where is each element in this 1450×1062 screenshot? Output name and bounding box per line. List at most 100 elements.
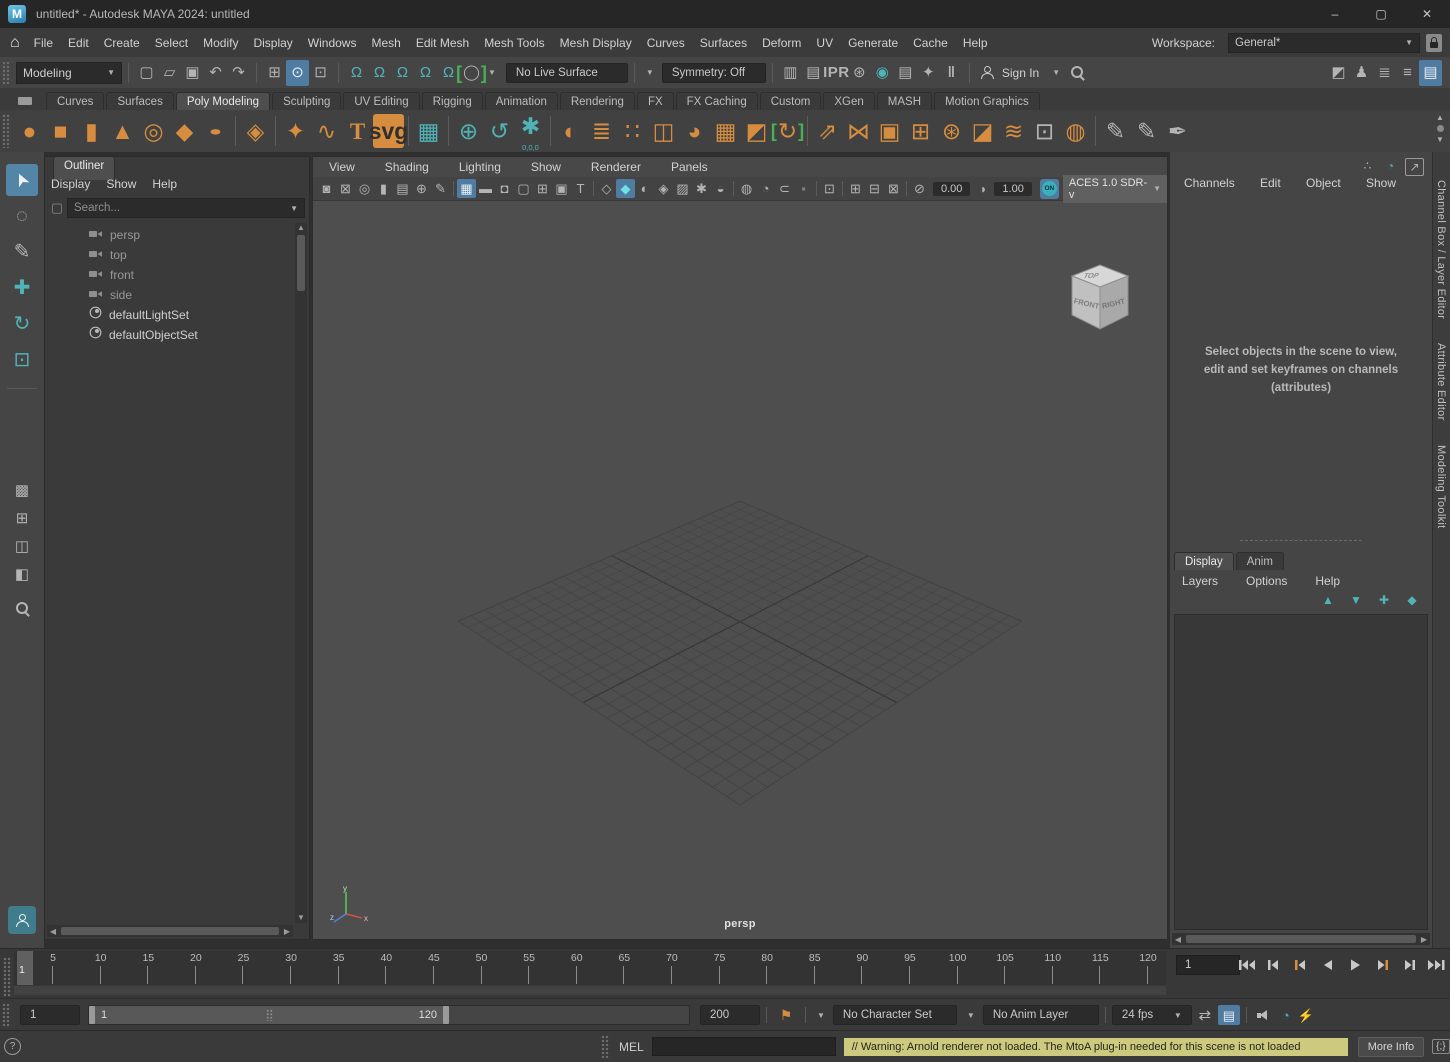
current-frame-field[interactable]: 1 <box>1176 955 1240 975</box>
anti-alias-icon[interactable]: ⊂ <box>775 179 794 198</box>
menu-select[interactable]: Select <box>153 36 190 50</box>
snap-point-icon[interactable]: Ω <box>391 60 414 86</box>
animation-end-field[interactable]: 200 <box>700 1005 760 1025</box>
menu-channels[interactable]: Channels <box>1182 176 1237 190</box>
step-back-button[interactable] <box>1261 953 1286 977</box>
resolution-gate-icon[interactable]: ◘ <box>495 179 514 198</box>
platonic-solid-icon[interactable]: ◈ <box>240 114 271 148</box>
menu-create[interactable]: Create <box>102 36 142 50</box>
paint-select-tool[interactable]: ✎ <box>6 236 38 268</box>
symmetry-field[interactable]: Symmetry: Off <box>662 63 766 83</box>
layer-hscrollbar[interactable]: ◀ ▶ <box>1172 933 1430 945</box>
scroll-down-icon[interactable]: ▼ <box>297 913 305 923</box>
script-editor-icon[interactable]: {;} <box>1432 1039 1449 1054</box>
field-chart-icon[interactable]: ⊞ <box>533 179 552 198</box>
boolean-icon[interactable]: ◐ <box>555 114 586 148</box>
isolate-select-icon[interactable]: ⊡ <box>820 179 839 198</box>
smooth-icon[interactable]: ◕ <box>679 114 710 148</box>
tab-surfaces[interactable]: Surfaces <box>106 92 173 110</box>
humanik-icon[interactable]: ♟ <box>1350 60 1373 86</box>
gate-mask-icon[interactable]: ▢ <box>514 179 533 198</box>
poly-cone-icon[interactable]: ▲ <box>107 114 138 148</box>
chevron-down-icon[interactable]: ▼ <box>967 1011 975 1020</box>
view-cube[interactable]: TOP FRONT RIGHT <box>1062 259 1138 339</box>
range-slider-track[interactable]: 1 120 <box>88 1005 690 1025</box>
filter-icon[interactable]: ▢ <box>47 200 67 216</box>
tab-sculpting[interactable]: Sculpting <box>272 92 341 110</box>
add-pane-icon[interactable]: ⊞ <box>9 507 35 529</box>
scroll-right-icon[interactable]: ▶ <box>1418 935 1430 944</box>
live-surface-field[interactable]: No Live Surface <box>506 63 628 83</box>
rotate-tool[interactable]: ↻ <box>6 308 38 340</box>
tab-fx[interactable]: FX <box>637 92 674 110</box>
duplicate-face-icon[interactable]: ⊞ <box>905 114 936 148</box>
multisample-icon[interactable]: ▪ <box>794 179 813 198</box>
save-scene-icon[interactable]: ▣ <box>181 60 204 86</box>
freeze-transform-icon[interactable]: ✱0,0,0 <box>515 110 546 153</box>
lock-workspace-icon[interactable] <box>1426 34 1442 52</box>
tab-curves[interactable]: Curves <box>46 92 104 110</box>
helix-icon[interactable]: ∿ <box>311 114 342 148</box>
poly-cylinder-icon[interactable]: ▮ <box>76 114 107 148</box>
menu-surfaces[interactable]: Surfaces <box>698 36 749 50</box>
menu-help[interactable]: Help <box>1313 574 1342 588</box>
new-scene-icon[interactable]: ▢ <box>135 60 158 86</box>
scroll-thumb[interactable] <box>1186 935 1416 943</box>
select-object-icon[interactable]: ⊙ <box>286 60 309 86</box>
display-color-icon[interactable]: ◉ <box>871 60 894 86</box>
contrast-icon[interactable]: ◑ <box>974 181 990 197</box>
undo-icon[interactable]: ↶ <box>204 60 227 86</box>
menu-set-dropdown[interactable]: Modeling ▼ <box>16 62 122 84</box>
select-component-icon[interactable]: ⊡ <box>309 60 332 86</box>
tab-fx-caching[interactable]: FX Caching <box>676 92 758 110</box>
textured-icon[interactable]: ◐ <box>635 179 654 198</box>
menu-layers[interactable]: Layers <box>1180 574 1220 588</box>
reset-transform-icon[interactable]: ↺ <box>484 114 515 148</box>
range-start-handle[interactable] <box>89 1006 95 1024</box>
menu-renderer[interactable]: Renderer <box>589 160 643 174</box>
curve-rebuild-icon[interactable]: ✒ <box>1162 114 1193 148</box>
go-to-start-button[interactable] <box>1234 953 1259 977</box>
layer-new-icon[interactable]: ✚ <box>1374 592 1394 608</box>
grease-pencil-icon[interactable]: ✎ <box>431 179 450 198</box>
menu-deform[interactable]: Deform <box>760 36 803 50</box>
drag-handle[interactable] <box>2 1003 11 1027</box>
super-shape-icon[interactable]: ✦ <box>280 114 311 148</box>
graph-icon[interactable]: ↗ <box>1405 158 1424 176</box>
combine-icon[interactable]: ≣ <box>586 114 617 148</box>
shelf-collapse-icon[interactable] <box>18 97 32 105</box>
tab-anim[interactable]: Anim <box>1236 552 1284 570</box>
scale-tool[interactable]: ⊡ <box>6 344 38 376</box>
menu-mesh[interactable]: Mesh <box>369 36 402 50</box>
menu-panels[interactable]: Panels <box>669 160 710 174</box>
center-pivot-icon[interactable]: ⊕ <box>453 114 484 148</box>
tab-motion-graphics[interactable]: Motion Graphics <box>934 92 1040 110</box>
zoom-tool-icon[interactable] <box>15 601 30 616</box>
poly-cube-icon[interactable]: ■ <box>45 114 76 148</box>
channel-settings-icon[interactable]: ∴ <box>1359 158 1376 174</box>
wireframe-icon[interactable]: ◇ <box>597 179 616 198</box>
gamma-value[interactable]: 1.00 <box>994 182 1031 196</box>
menu-help[interactable]: Help <box>961 36 990 50</box>
layer-new-selected-icon[interactable]: ◆ <box>1402 592 1422 608</box>
flip-icon[interactable]: ◪ <box>967 114 998 148</box>
tab-custom[interactable]: Custom <box>760 92 822 110</box>
scroll-left-icon[interactable]: ◀ <box>47 927 59 936</box>
anim-layer-dropdown[interactable]: No Anim Layer <box>983 1005 1099 1025</box>
tab-xgen[interactable]: XGen <box>823 92 874 110</box>
menu-shading[interactable]: Shading <box>383 160 431 174</box>
motion-blur-icon[interactable]: ◔ <box>756 179 775 198</box>
menu-edit[interactable]: Edit <box>1258 176 1283 190</box>
lasso-select-tool[interactable]: ◌ <box>6 200 38 232</box>
tab-modeling-toolkit[interactable]: Modeling Toolkit <box>1435 435 1447 538</box>
drag-handle[interactable] <box>2 114 11 148</box>
menu-show[interactable]: Show <box>1364 176 1398 190</box>
outliner-item-defaultLightSet[interactable]: defaultLightSet <box>75 305 291 325</box>
tab-poly-modeling[interactable]: Poly Modeling <box>176 92 270 110</box>
shadows-icon[interactable]: ◒ <box>711 179 730 198</box>
menu-curves[interactable]: Curves <box>645 36 687 50</box>
next-key-button[interactable] <box>1369 953 1394 977</box>
workspace-dropdown[interactable]: General* ▼ <box>1228 33 1420 53</box>
menu-edit[interactable]: Edit <box>66 36 91 50</box>
search-icon[interactable] <box>1070 65 1085 80</box>
